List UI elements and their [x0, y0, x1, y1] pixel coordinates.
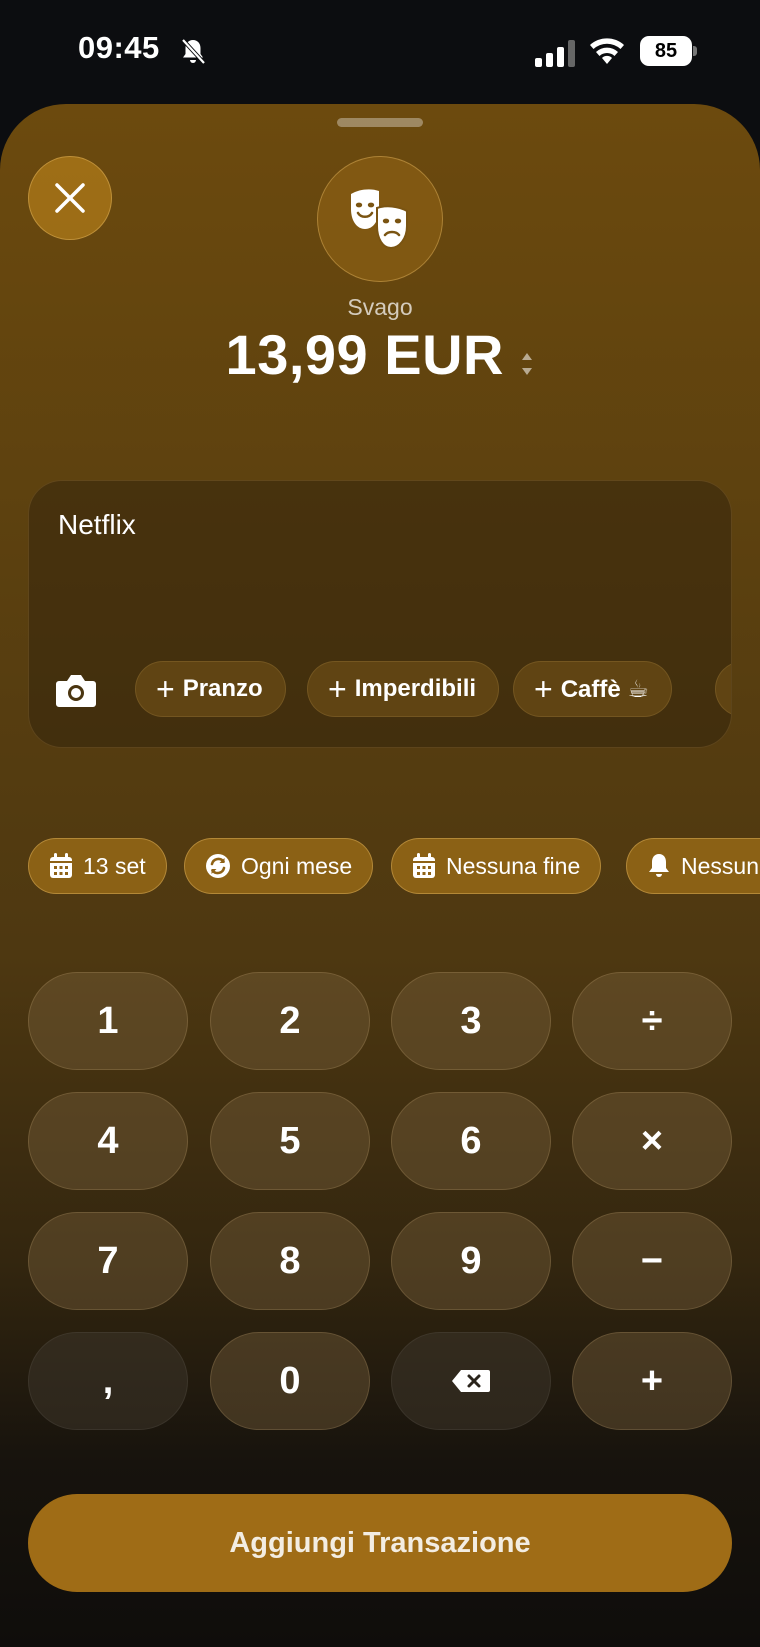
note-card[interactable]: Netflix + Pranzo + Imperdibili + Caffè ☕: [28, 480, 732, 748]
currency-toggle-icon[interactable]: [520, 350, 534, 378]
key-3[interactable]: 3: [391, 972, 551, 1070]
end-date-pill[interactable]: Nessuna fine: [391, 838, 602, 894]
category-name: Svago: [347, 294, 413, 320]
screen: 09:45 85 Svago 13,99 EUR Netflix + Pranz…: [0, 0, 760, 1647]
tag-chip-more[interactable]: [715, 661, 731, 717]
battery-cap: [693, 46, 697, 56]
tag-chip-label: Imperdibili: [354, 675, 477, 702]
key-5[interactable]: 5: [210, 1092, 370, 1190]
tag-chip-label: Pranzo: [182, 675, 263, 702]
key-2[interactable]: 2: [210, 972, 370, 1070]
add-transaction-button[interactable]: Aggiungi Transazione: [28, 1494, 732, 1592]
key-comma[interactable]: ,: [28, 1332, 188, 1430]
bell-icon: [649, 854, 669, 877]
key-7[interactable]: 7: [28, 1212, 188, 1310]
key-4[interactable]: 4: [28, 1092, 188, 1190]
reminder-pill-label: Nessun: [681, 852, 759, 879]
bell-slash-icon: [181, 38, 206, 65]
reminder-pill[interactable]: Nessun: [626, 838, 760, 894]
plus-icon: +: [156, 671, 175, 707]
key-1[interactable]: 1: [28, 972, 188, 1070]
note-input[interactable]: Netflix: [58, 509, 136, 541]
status-time: 09:45: [78, 30, 160, 65]
plus-icon: +: [328, 671, 347, 707]
repeat-icon: [206, 854, 230, 878]
date-pill-label: 13 set: [83, 852, 146, 879]
key-multiply[interactable]: ×: [572, 1092, 732, 1190]
theater-masks-icon: [351, 189, 408, 250]
status-bar: 09:45 85: [0, 0, 760, 100]
cellular-signal-icon: [535, 40, 575, 67]
end-date-pill-label: Nessuna fine: [446, 852, 581, 879]
tag-chip-pranzo[interactable]: + Pranzo: [135, 661, 286, 717]
amount-row[interactable]: 13,99 EUR: [0, 322, 760, 387]
calendar-icon: [50, 853, 72, 878]
wifi-icon: [590, 38, 624, 64]
key-plus[interactable]: +: [572, 1332, 732, 1430]
battery-level: 85: [640, 36, 692, 66]
plus-icon: +: [534, 671, 553, 707]
tag-chip-caffe[interactable]: + Caffè ☕: [513, 661, 672, 717]
date-pill[interactable]: 13 set: [28, 838, 167, 894]
sheet-grabber[interactable]: [337, 118, 423, 127]
battery-icon: 85: [640, 36, 698, 66]
key-9[interactable]: 9: [391, 1212, 551, 1310]
repeat-pill[interactable]: Ogni mese: [184, 838, 374, 894]
tag-chip-label: Caffè ☕: [560, 675, 649, 703]
key-8[interactable]: 8: [210, 1212, 370, 1310]
transaction-sheet: Svago 13,99 EUR Netflix + Pranzo + Imper…: [0, 104, 760, 1647]
key-0[interactable]: 0: [210, 1332, 370, 1430]
camera-icon[interactable]: [55, 673, 97, 709]
repeat-pill-label: Ogni mese: [241, 852, 353, 879]
tag-chip-imperdibili[interactable]: + Imperdibili: [307, 661, 500, 717]
amount-display[interactable]: 13,99 EUR: [226, 323, 504, 386]
backspace-icon: [452, 1370, 490, 1392]
key-6[interactable]: 6: [391, 1092, 551, 1190]
key-minus[interactable]: −: [572, 1212, 732, 1310]
key-backspace[interactable]: [391, 1332, 551, 1430]
close-button[interactable]: [28, 156, 112, 240]
category-button[interactable]: [317, 156, 443, 282]
close-icon: [55, 183, 85, 213]
key-divide[interactable]: ÷: [572, 972, 732, 1070]
calendar-icon: [413, 853, 435, 878]
